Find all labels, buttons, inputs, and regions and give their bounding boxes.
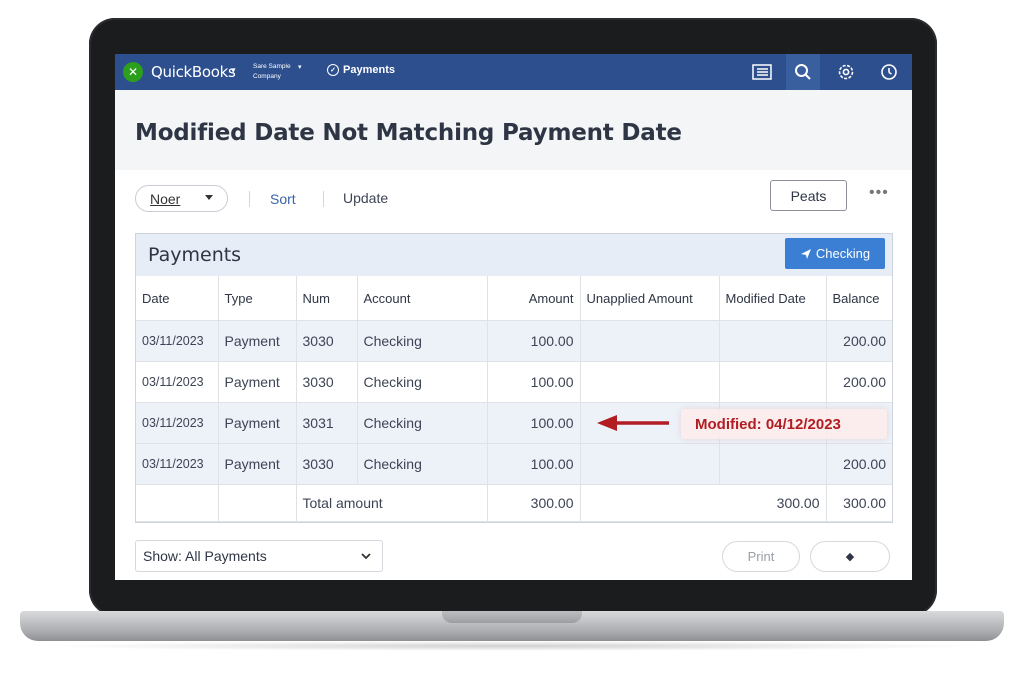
- cell-unapplied: [580, 443, 720, 485]
- gear-icon[interactable]: [829, 54, 863, 90]
- nav-payments-label: Payments: [343, 64, 395, 76]
- table-row[interactable]: 03/11/2023 Payment 3030 Checking 100.00 …: [136, 443, 892, 485]
- cell-num: 3030: [296, 443, 358, 485]
- cell-modified: [719, 443, 827, 485]
- sort-link[interactable]: Sort: [270, 191, 296, 207]
- payments-panel: Payments Checking Date Type Num Account …: [135, 233, 893, 523]
- total-amount: 300.00: [487, 484, 581, 522]
- navigate-icon: ◆: [845, 551, 855, 563]
- company-name-line2: Company: [253, 73, 281, 80]
- screen: ✕ QuickBooks ▾ Sare Sample Company ▾ ✓ P…: [115, 54, 912, 580]
- more-options-icon[interactable]: •••: [869, 184, 889, 202]
- laptop-notch: [442, 611, 582, 623]
- table-header-row: Date Type Num Account Amount Unapplied A…: [136, 276, 892, 321]
- cell-type: Payment: [218, 361, 297, 403]
- cell-empty: [136, 484, 219, 522]
- laptop-shadow: [40, 641, 984, 651]
- total-label: Total amount: [295, 484, 488, 522]
- column-header-num[interactable]: Num: [296, 276, 358, 321]
- brand-name[interactable]: QuickBooks: [151, 63, 236, 81]
- navigate-button[interactable]: ◆: [810, 541, 890, 572]
- panel-title: Payments: [148, 244, 242, 266]
- cell-date: 03/11/2023: [136, 443, 219, 485]
- checking-button-label: Checking: [815, 246, 871, 261]
- total-unapplied: 300.00: [580, 484, 827, 522]
- divider: [249, 191, 250, 207]
- quickbooks-logo-icon[interactable]: ✕: [123, 62, 143, 82]
- column-header-balance[interactable]: Balance: [826, 276, 892, 321]
- checking-button[interactable]: Checking: [785, 238, 885, 269]
- company-name-line1: Sare Sample: [253, 63, 291, 70]
- print-button[interactable]: Print: [722, 541, 800, 572]
- column-header-date[interactable]: Date: [136, 276, 219, 321]
- cell-amount: 100.00: [487, 361, 581, 403]
- cell-balance: 200.00: [826, 361, 892, 403]
- payments-table: Date Type Num Account Amount Unapplied A…: [136, 276, 892, 522]
- column-header-unapplied[interactable]: Unapplied Amount: [580, 276, 720, 321]
- column-header-modified[interactable]: Modified Date: [719, 276, 827, 321]
- cell-date: 03/11/2023: [136, 361, 219, 403]
- peats-button[interactable]: Peats: [770, 180, 847, 211]
- filter-label: Noer: [150, 190, 181, 207]
- table-row[interactable]: 03/11/2023 Payment 3030 Checking 100.00 …: [136, 361, 892, 403]
- cell-balance: 200.00: [826, 320, 892, 362]
- total-row: Total amount 300.00 300.00 300.00: [136, 484, 892, 522]
- cell-account: Checking: [357, 361, 488, 403]
- show-filter-select[interactable]: Show: All Payments: [135, 540, 383, 572]
- cell-type: Payment: [218, 443, 297, 485]
- send-icon: [800, 248, 811, 259]
- brand-caret-icon[interactable]: ▾: [231, 65, 236, 76]
- cell-modified: [719, 361, 827, 403]
- cell-num: 3030: [296, 361, 358, 403]
- column-header-account[interactable]: Account: [357, 276, 488, 321]
- show-filter-label: Show: All Payments: [143, 548, 267, 564]
- cell-unapplied: [580, 320, 720, 362]
- cell-amount: 100.00: [487, 402, 581, 444]
- cell-num: 3031: [296, 402, 358, 444]
- list-icon[interactable]: [745, 54, 779, 90]
- cell-account: Checking: [357, 443, 488, 485]
- cell-type: Payment: [218, 402, 297, 444]
- check-circle-icon: ✓: [327, 64, 339, 76]
- column-header-type[interactable]: Type: [218, 276, 297, 321]
- title-area: Modified Date Not Matching Payment Date: [115, 90, 912, 170]
- chevron-down-icon: [361, 553, 371, 560]
- cell-unapplied: [580, 361, 720, 403]
- panel-header: Payments Checking: [136, 234, 892, 277]
- cell-date: 03/11/2023: [136, 402, 219, 444]
- cell-balance: 200.00: [826, 443, 892, 485]
- update-link[interactable]: Update: [343, 190, 388, 206]
- cell-empty: [218, 484, 297, 522]
- settings-clock-icon[interactable]: [872, 54, 906, 90]
- table-row[interactable]: 03/11/2023 Payment 3030 Checking 100.00 …: [136, 320, 892, 362]
- modified-date-callout: Modified: 04/12/2023: [681, 409, 887, 439]
- cell-account: Checking: [357, 320, 488, 362]
- company-switcher[interactable]: Sare Sample Company: [253, 62, 299, 82]
- cell-amount: 100.00: [487, 320, 581, 362]
- top-bar: ✕ QuickBooks ▾ Sare Sample Company ▾ ✓ P…: [115, 54, 912, 90]
- red-arrow-icon: [597, 415, 669, 431]
- filter-dropdown[interactable]: Noer: [135, 185, 228, 212]
- page-title: Modified Date Not Matching Payment Date: [135, 120, 682, 146]
- search-icon[interactable]: [786, 54, 820, 90]
- cell-account: Checking: [357, 402, 488, 444]
- cell-date: 03/11/2023: [136, 320, 219, 362]
- company-caret-icon[interactable]: ▾: [298, 63, 302, 71]
- divider: [323, 191, 324, 207]
- nav-payments[interactable]: ✓ Payments: [327, 64, 395, 76]
- column-header-amount[interactable]: Amount: [487, 276, 581, 321]
- caret-down-icon: [205, 195, 213, 200]
- cell-modified: [719, 320, 827, 362]
- cell-amount: 100.00: [487, 443, 581, 485]
- cell-num: 3030: [296, 320, 358, 362]
- cell-type: Payment: [218, 320, 297, 362]
- total-balance: 300.00: [826, 484, 892, 522]
